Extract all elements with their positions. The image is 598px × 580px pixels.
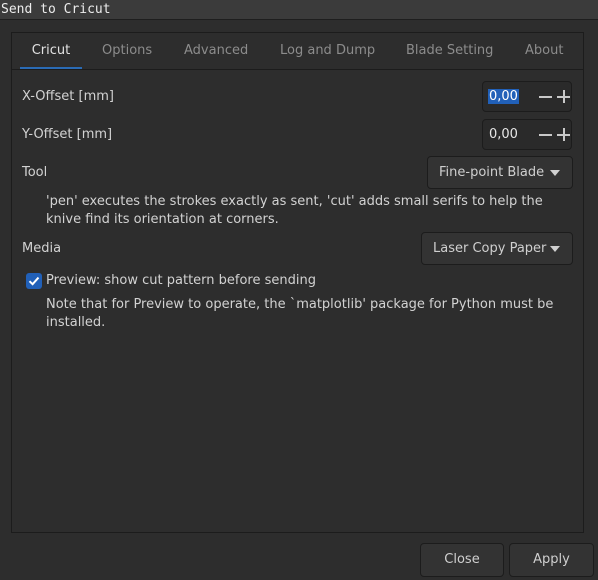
media-selected: Laser Copy Paper: [433, 241, 547, 256]
checkmark-icon: [28, 276, 40, 286]
media-dropdown[interactable]: Laser Copy Paper: [421, 232, 573, 265]
x-offset-label: X-Offset [mm]: [22, 89, 114, 104]
tab-advanced[interactable]: Advanced: [184, 36, 248, 69]
plus-icon[interactable]: [556, 127, 571, 142]
minus-icon[interactable]: [538, 89, 553, 104]
window-title: Send to Cricut: [1, 2, 111, 17]
close-button[interactable]: Close: [420, 543, 504, 577]
x-offset-value[interactable]: 0,00: [488, 89, 519, 104]
tab-log-and-dump[interactable]: Log and Dump: [280, 36, 375, 69]
preview-checkbox[interactable]: [26, 273, 42, 289]
y-offset-label: Y-Offset [mm]: [22, 127, 113, 142]
tab-divider: [12, 69, 583, 70]
tab-cricut[interactable]: Cricut: [20, 36, 82, 70]
tab-blade-setting[interactable]: Blade Setting: [406, 36, 493, 69]
title-bar: Send to Cricut: [0, 0, 598, 20]
x-offset-spinbox[interactable]: 0,00: [482, 81, 572, 112]
tab-options[interactable]: Options: [102, 36, 152, 69]
y-offset-value[interactable]: 0,00: [489, 127, 518, 142]
minus-icon[interactable]: [538, 127, 553, 142]
tool-selected: Fine-point Blade: [439, 165, 545, 180]
chevron-down-icon: [550, 170, 560, 176]
media-label: Media: [22, 241, 62, 256]
tab-about[interactable]: About: [525, 36, 563, 69]
tool-dropdown[interactable]: Fine-point Blade: [427, 156, 573, 189]
chevron-down-icon: [550, 246, 560, 252]
preview-note: Note that for Preview to operate, the `m…: [46, 297, 554, 330]
apply-button[interactable]: Apply: [509, 543, 594, 577]
plus-icon[interactable]: [556, 89, 571, 104]
preview-label[interactable]: Preview: show cut pattern before sending: [46, 273, 316, 288]
tool-description: 'pen' executes the strokes exactly as se…: [46, 194, 543, 227]
tool-label: Tool: [22, 165, 48, 180]
y-offset-spinbox[interactable]: 0,00: [482, 119, 572, 150]
